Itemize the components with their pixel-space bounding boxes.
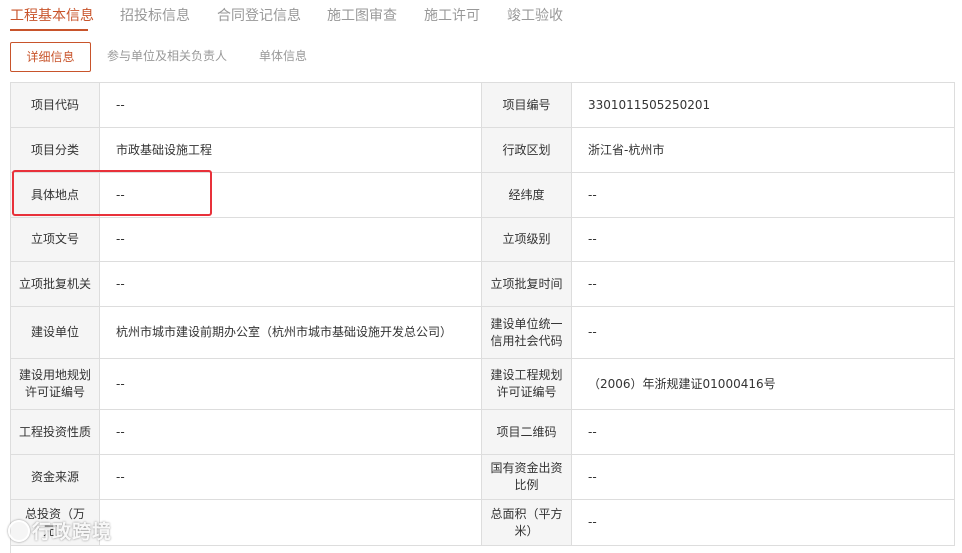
field-label: 总面积（平方米）	[482, 500, 572, 546]
field-value: --	[572, 307, 955, 359]
tab-contract-registration[interactable]: 合同登记信息	[217, 6, 301, 26]
field-value: 3301011505250201	[572, 83, 955, 128]
field-label: 项目分类	[11, 128, 100, 173]
field-label: 国有资金出资比例	[482, 455, 572, 500]
table-row: 项目代码 -- 项目编号 3301011505250201	[11, 83, 955, 128]
field-value: --	[572, 500, 955, 546]
table-row: 建设用地规划许可证编号 -- 建设工程规划许可证编号 （2006）年浙规建证01…	[11, 359, 955, 410]
field-value: --	[100, 455, 482, 500]
field-value: --	[100, 262, 482, 307]
field-value: --	[572, 218, 955, 262]
field-value: 市政基础设施工程	[100, 128, 482, 173]
subtab-participants[interactable]: 参与单位及相关负责人	[107, 42, 227, 70]
tab-project-basic-info[interactable]: 工程基本信息	[10, 6, 94, 26]
table-row: 立项批复机关 -- 立项批复时间 --	[11, 262, 955, 307]
watermark: 行政跨境	[8, 517, 112, 544]
table-row: 工程投资性质 -- 项目二维码 --	[11, 410, 955, 455]
field-value: 浙江省-杭州市	[572, 128, 955, 173]
field-label: 资金来源	[11, 455, 100, 500]
table-row: 项目分类 市政基础设施工程 行政区划 浙江省-杭州市	[11, 128, 955, 173]
watermark-logo-icon	[8, 519, 30, 542]
field-value: --	[100, 83, 482, 128]
subtab-unit-info[interactable]: 单体信息	[259, 42, 307, 70]
active-tab-underline	[10, 29, 88, 31]
field-value: --	[572, 455, 955, 500]
tab-drawing-review[interactable]: 施工图审查	[327, 6, 397, 26]
field-label: 立项批复机关	[11, 262, 100, 307]
top-tab-bar: 工程基本信息 招投标信息 合同登记信息 施工图审查 施工许可 竣工验收	[0, 0, 962, 32]
field-label: 立项批复时间	[482, 262, 572, 307]
table-row: 建设单位 杭州市城市建设前期办公室（杭州市城市基础设施开发总公司） 建设单位统一…	[11, 307, 955, 359]
field-label: 建设单位	[11, 307, 100, 359]
field-value: --	[100, 359, 482, 410]
tab-completion-acceptance[interactable]: 竣工验收	[507, 6, 563, 26]
field-label: 建设用地规划许可证编号	[11, 359, 100, 410]
field-value: --	[572, 410, 955, 455]
field-label: 具体地点	[11, 173, 100, 218]
field-value: --	[572, 173, 955, 218]
field-label: 建设工程规划许可证编号	[482, 359, 572, 410]
subtab-detail-info[interactable]: 详细信息	[10, 42, 91, 72]
field-label: 项目二维码	[482, 410, 572, 455]
tab-construction-permit[interactable]: 施工许可	[424, 6, 480, 26]
field-value: --	[100, 173, 482, 218]
table-row: 总投资（万元） 总面积（平方米） --	[11, 500, 955, 546]
field-value	[100, 500, 482, 546]
field-label: 立项级别	[482, 218, 572, 262]
field-value: --	[100, 410, 482, 455]
field-label: 经纬度	[482, 173, 572, 218]
detail-info-table: 项目代码 -- 项目编号 3301011505250201 项目分类 市政基础设…	[10, 82, 955, 553]
field-label: 项目代码	[11, 83, 100, 128]
field-label: 工程投资性质	[11, 410, 100, 455]
field-value: --	[100, 218, 482, 262]
field-label: 立项文号	[11, 218, 100, 262]
field-label: 行政区划	[482, 128, 572, 173]
table-row: 资金来源 -- 国有资金出资比例 --	[11, 455, 955, 500]
field-label: 建设单位统一信用社会代码	[482, 307, 572, 359]
watermark-text: 行政跨境	[32, 521, 113, 543]
field-value: （2006）年浙规建证01000416号	[572, 359, 955, 410]
field-value: --	[572, 262, 955, 307]
table-row: 具体地点 -- 经纬度 --	[11, 173, 955, 218]
table-row: 立项文号 -- 立项级别 --	[11, 218, 955, 262]
field-label: 项目编号	[482, 83, 572, 128]
tab-bidding-info[interactable]: 招投标信息	[120, 6, 190, 26]
sub-tab-bar: 详细信息 参与单位及相关负责人 单体信息	[0, 42, 962, 72]
field-value: 杭州市城市建设前期办公室（杭州市城市基础设施开发总公司）	[100, 307, 482, 359]
